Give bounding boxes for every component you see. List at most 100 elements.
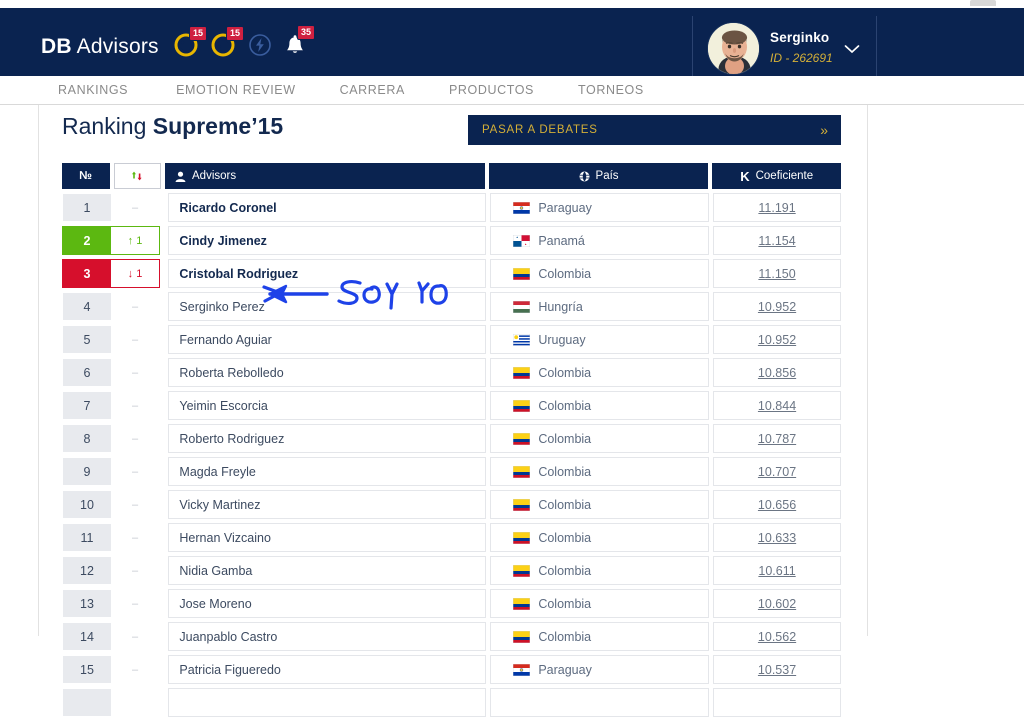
coefficient-link[interactable]: 10.656 [758,498,796,512]
main-navbar: RANKINGS EMOTION REVIEW CARRERA PRODUCTO… [0,76,1024,105]
rank-badge-group: 9– [62,457,160,486]
country-label: Colombia [538,464,592,479]
coefficient-cell[interactable]: 10.562 [713,622,841,651]
rank-movement: – [111,524,159,551]
coefficient-cell[interactable]: 10.602 [713,589,841,618]
nav-item-productos[interactable]: PRODUCTOS [427,76,556,105]
table-row[interactable]: 13– Jose Moreno Colombia 10.602 [62,589,841,618]
coefficient-cell[interactable]: 10.611 [713,556,841,585]
table-row[interactable]: 4– Serginko Perez Hungría 10.952 [62,292,841,321]
table-row[interactable] [62,688,841,717]
coefficient-link[interactable]: 10.952 [758,333,796,347]
coefficient-link[interactable]: 10.787 [758,432,796,446]
coefficient-link[interactable]: 10.562 [758,630,796,644]
advisor-name-cell[interactable]: Serginko Perez [168,292,487,321]
table-row[interactable]: 14– Juanpablo Castro Colombia 10.562 [62,622,841,651]
column-header-advisors[interactable]: Advisors [165,163,485,189]
table-row[interactable]: 15– Patricia Figueredo Paraguay 10.537 [62,655,841,684]
rank-movement: – [111,557,159,584]
coefficient-link[interactable]: 11.191 [758,201,795,215]
advisor-name-cell[interactable]: Yeimin Escorcia [168,391,487,420]
table-row[interactable]: 12– Nidia Gamba Colombia 10.611 [62,556,841,585]
pasar-a-debates-button[interactable]: PASAR A DEBATES » [468,115,841,145]
table-row[interactable]: 8– Roberto Rodriguez Colombia 10.787 [62,424,841,453]
brand-logo[interactable]: DB Advisors [41,35,159,59]
coefficient-link[interactable]: 10.602 [758,597,796,611]
advisor-name-cell[interactable]: Roberto Rodriguez [168,424,487,453]
coefficient-link[interactable]: 10.611 [758,564,795,578]
coefficient-cell[interactable]: 10.633 [713,523,841,552]
advisor-name-cell[interactable]: Jose Moreno [168,589,487,618]
advisor-name-cell[interactable]: Ricardo Coronel [168,193,487,222]
flash-icon[interactable] [247,32,273,58]
country-label: Colombia [538,365,592,380]
country-cell: Colombia [490,358,710,387]
advisor-name-cell[interactable]: Vicky Martinez [168,490,487,519]
nav-item-emotion-review[interactable]: EMOTION REVIEW [154,76,318,105]
coefficient-link[interactable]: 10.633 [758,531,796,545]
globe-icon [579,171,590,182]
table-row[interactable]: 10– Vicky Martinez Colombia 10.656 [62,490,841,519]
user-name: Serginko [770,30,830,45]
flag-py-icon [513,201,531,214]
table-row[interactable]: 6– Roberta Rebolledo Colombia 10.856 [62,358,841,387]
coefficient-link[interactable]: 10.844 [758,399,796,413]
table-row[interactable]: 5– Fernando Aguiar Uruguay 10.952 [62,325,841,354]
table-row[interactable]: 11– Hernan Vizcaino Colombia 10.633 [62,523,841,552]
nav-item-rankings[interactable]: RANKINGS [58,76,154,105]
coefficient-cell[interactable]: 10.952 [713,292,841,321]
column-header-pais[interactable]: País [488,163,709,189]
coefficient-cell[interactable]: 10.856 [713,358,841,387]
advisor-name-cell[interactable]: Magda Freyle [168,457,487,486]
chevron-down-icon[interactable] [844,41,860,54]
advisor-name-cell[interactable]: Juanpablo Castro [168,622,487,651]
emotion-sad-icon[interactable]: 15 [210,26,244,58]
column-header-coeficiente[interactable]: K Coeficiente [712,163,841,189]
coefficient-cell[interactable] [713,688,841,717]
advisor-name-cell[interactable]: Cristobal Rodriguez [168,259,487,288]
coefficient-link[interactable]: 10.952 [758,300,796,314]
coefficient-cell[interactable]: 10.952 [713,325,841,354]
nav-item-torneos[interactable]: TORNEOS [556,76,666,105]
table-row[interactable]: 1– Ricardo Coronel Paraguay 11.191 [62,193,841,222]
coefficient-cell[interactable]: 10.707 [713,457,841,486]
table-row[interactable]: 7– Yeimin Escorcia Colombia 10.844 [62,391,841,420]
table-row[interactable]: 3 ↓ 1 Cristobal Rodriguez Colombia 11.150 [62,259,841,288]
coefficient-link[interactable]: 11.150 [758,267,795,281]
coefficient-cell[interactable]: 10.844 [713,391,841,420]
advisor-name-cell[interactable]: Fernando Aguiar [168,325,487,354]
coefficient-cell[interactable]: 11.150 [713,259,841,288]
advisor-name-cell[interactable]: Cindy Jimenez [168,226,487,255]
rank-badge-group: 10– [62,490,160,519]
rank-number: 3 [63,260,111,287]
coefficient-link[interactable]: 10.537 [758,663,796,677]
advisor-name-cell[interactable]: Hernan Vizcaino [168,523,487,552]
advisor-name-cell[interactable]: Nidia Gamba [168,556,487,585]
rank-number: 5 [63,326,111,353]
flag-co-icon [513,366,531,379]
coefficient-cell[interactable]: 10.537 [713,655,841,684]
bell-icon[interactable]: 35 [284,25,315,58]
coefficient-cell[interactable]: 10.656 [713,490,841,519]
rank-badge-group: 3 ↓ 1 [62,259,161,288]
rank-movement: – [111,359,159,386]
advisor-name-cell[interactable]: Roberta Rebolledo [168,358,487,387]
advisor-name-cell[interactable]: Patricia Figueredo [168,655,487,684]
coefficient-link[interactable]: 10.856 [758,366,796,380]
rank-movement: ↓ 1 [111,260,159,287]
sort-arrows-icon[interactable] [113,163,162,189]
coefficient-link[interactable]: 11.154 [758,234,795,248]
column-header-coeficiente-label: Coeficiente [755,170,814,182]
coefficient-cell[interactable]: 10.787 [713,424,841,453]
nav-item-carrera[interactable]: CARRERA [318,76,427,105]
table-row[interactable]: 2 ↑ 1 Cindy Jimenez Panamá 11.154 [62,226,841,255]
table-row[interactable]: 9– Magda Freyle Colombia 10.707 [62,457,841,486]
coefficient-cell[interactable]: 11.191 [713,193,841,222]
rank-badge-group: 5– [62,325,160,354]
coefficient-cell[interactable]: 11.154 [713,226,841,255]
emotion-happy-icon[interactable]: 15 [173,26,207,58]
advisor-name-cell[interactable] [168,688,487,717]
avatar[interactable] [707,22,760,75]
column-header-number[interactable]: № [62,163,110,189]
coefficient-link[interactable]: 10.707 [758,465,796,479]
